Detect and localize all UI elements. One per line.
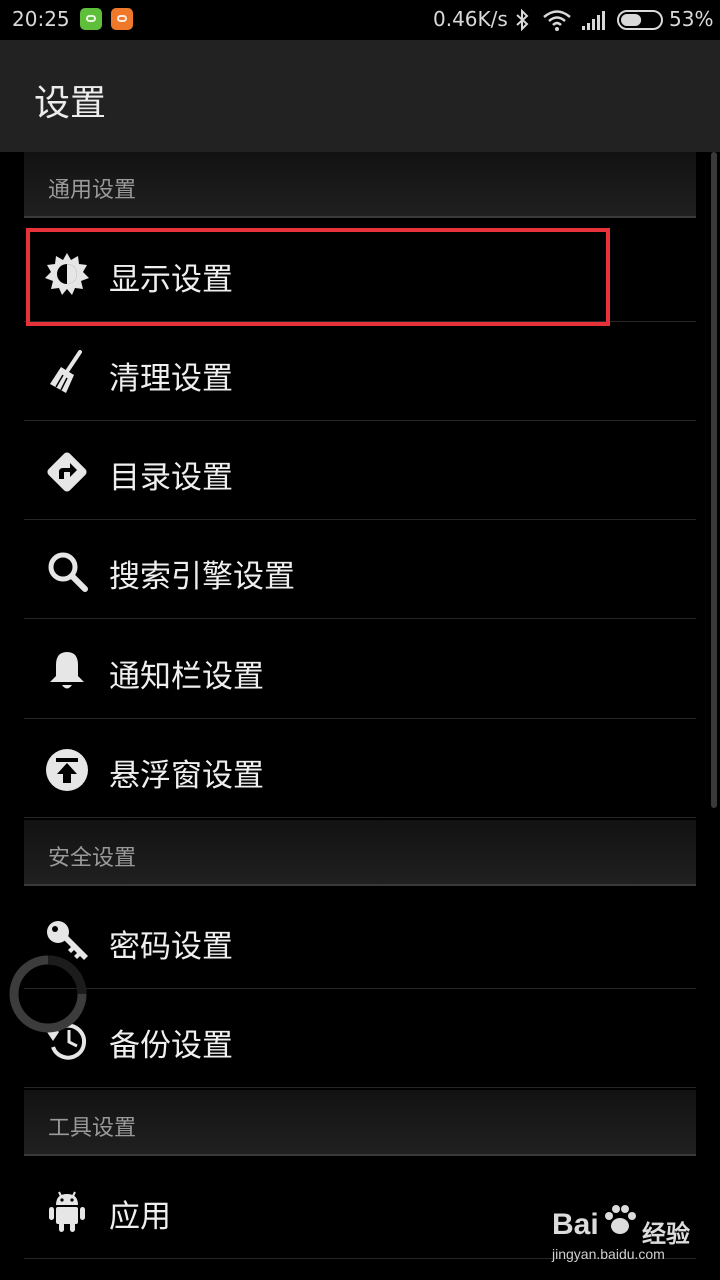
app-notification-icon	[111, 8, 133, 30]
section-header-tools: 工具设置	[24, 1090, 696, 1156]
wifi-icon	[543, 10, 571, 31]
watermark-url: jingyan.baidu.com	[552, 1246, 665, 1262]
settings-item-label: 搜索引擎设置	[109, 559, 295, 595]
directions-icon	[47, 452, 87, 492]
settings-item-label: 目录设置	[109, 460, 233, 496]
loading-spinner	[9, 955, 87, 1033]
signal-icon	[582, 11, 605, 30]
settings-item-search-engine[interactable]: 搜索引擎设置	[24, 520, 696, 619]
settings-item-label: 清理设置	[109, 361, 233, 397]
status-bar: 20:25 0.46K/s 53%	[0, 0, 720, 40]
baidu-jingyan-watermark: Bai 经验 jingyan.baidu.com	[550, 1200, 718, 1270]
scrollbar[interactable]	[711, 152, 717, 808]
settings-item-notification-bar[interactable]: 通知栏设置	[24, 620, 696, 719]
bell-icon	[50, 652, 84, 689]
settings-item-label: 备份设置	[109, 1028, 233, 1064]
upload-icon	[46, 749, 88, 791]
page-title: 设置	[34, 83, 107, 124]
battery-percent: 53%	[669, 7, 714, 31]
settings-item-password[interactable]: 密码设置	[24, 890, 696, 989]
settings-item-backup[interactable]: 备份设置	[24, 989, 696, 1088]
settings-item-label: 密码设置	[109, 929, 233, 965]
section-label: 工具设置	[48, 1116, 137, 1141]
broom-icon	[50, 350, 82, 393]
action-bar: 设置	[0, 40, 720, 152]
bluetooth-icon	[516, 8, 529, 32]
app-notification-icon	[80, 8, 102, 30]
section-label: 安全设置	[48, 846, 137, 871]
settings-item-display[interactable]: 显示设置	[24, 223, 696, 322]
watermark-brand: Bai	[552, 1208, 599, 1241]
battery-icon	[617, 10, 663, 30]
settings-item-directory[interactable]: 目录设置	[24, 421, 696, 520]
settings-item-floating-window[interactable]: 悬浮窗设置	[24, 719, 696, 818]
settings-item-label: 显示设置	[109, 262, 233, 298]
settings-item-label: 悬浮窗设置	[109, 758, 264, 794]
network-speed: 0.46K/s	[433, 7, 508, 31]
watermark-label: 经验	[642, 1220, 690, 1248]
brightness-icon	[45, 253, 89, 295]
settings-item-label: 应用	[109, 1199, 171, 1235]
settings-item-cleanup[interactable]: 清理设置	[24, 322, 696, 421]
section-header-security: 安全设置	[24, 820, 696, 886]
android-icon	[49, 1191, 85, 1232]
section-header-general: 通用设置	[24, 152, 696, 218]
settings-screen: 20:25 0.46K/s 53% 设置 通用设置 显示设置 清理设置 目录设置…	[0, 0, 720, 1280]
status-time: 20:25	[12, 7, 70, 31]
search-icon	[48, 552, 88, 592]
paw-icon	[605, 1205, 636, 1234]
settings-item-label: 通知栏设置	[109, 659, 264, 695]
section-label: 通用设置	[48, 178, 137, 203]
